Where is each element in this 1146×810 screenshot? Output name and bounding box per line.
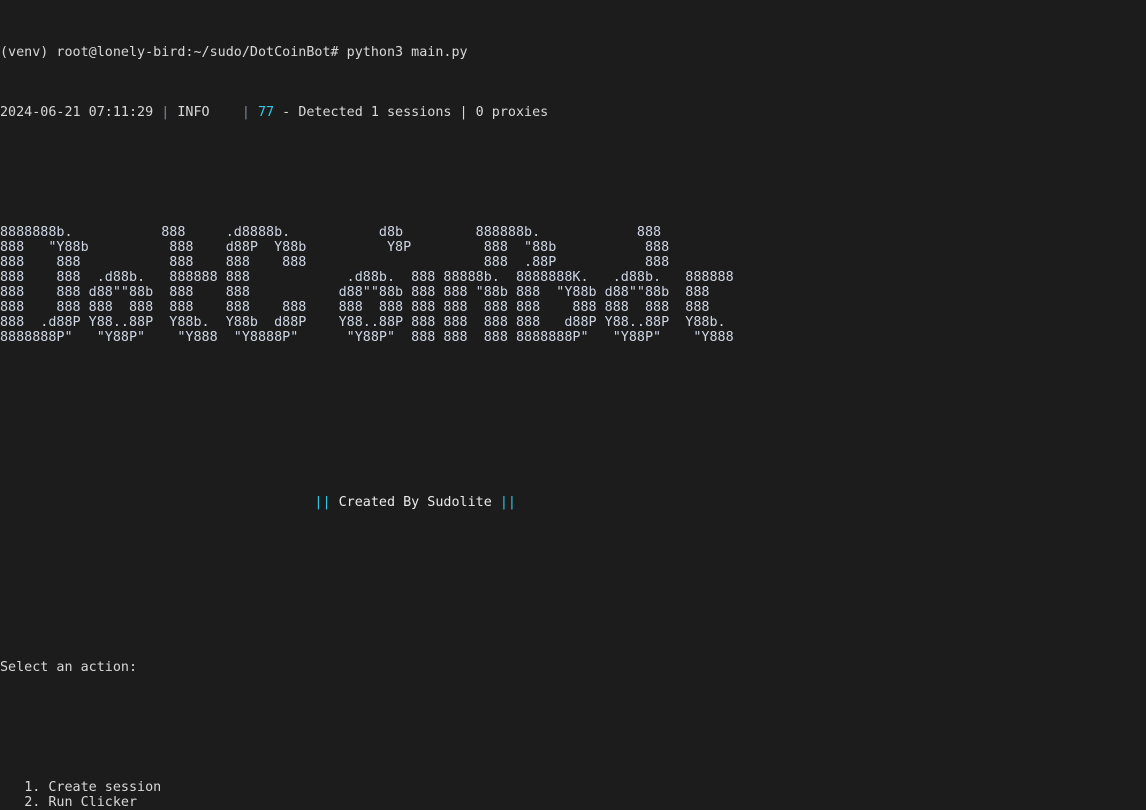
banner-line: 888 888 d88""88b 888 888 d88""88b 888 88… (0, 285, 710, 300)
menu-option-label: Create session (48, 780, 162, 795)
log-level: INFO (177, 105, 242, 120)
log-dash: - (274, 105, 299, 120)
shell-prompt-text: (venv) root@lonely-bird:~/sudo/DotCoinBo… (0, 45, 468, 60)
menu-option-indent (0, 795, 24, 810)
terminal-window[interactable]: (venv) root@lonely-bird:~/sudo/DotCoinBo… (0, 0, 1146, 810)
banner-line: 888 888 888 888 888 888 888 888 888 888 … (0, 300, 710, 315)
banner-line: 888 888 .d88b. 888888 888 .d88b. 888 888… (0, 270, 734, 285)
ascii-banner: 8888888b. 888 .d8888b. d8b 888888b. 888 8… (0, 225, 1146, 345)
banner-line: 8888888b. 888 .d8888b. d8b 888888b. 888 (0, 225, 662, 240)
credit-bar-right: || (499, 495, 516, 510)
banner-line: 888 888 888 888 888 888 .88P 888 (0, 255, 670, 270)
menu-option-2[interactable]: 2. Run Clicker (0, 795, 1146, 810)
menu-option-indent (0, 780, 24, 795)
menu-option-label: Run Clicker (48, 795, 138, 810)
credit-indent (0, 495, 314, 510)
log-timestamp: 2024-06-21 07:11:29 (0, 105, 162, 120)
log-message: Detected 1 sessions | 0 proxies (298, 105, 549, 120)
menu-option-1[interactable]: 1. Create session (0, 780, 1146, 795)
startup-log-line: 2024-06-21 07:11:29 | INFO | 77 - Detect… (0, 105, 1146, 120)
log-separator: | (161, 105, 178, 120)
menu-heading: Select an action: (0, 660, 1146, 675)
menu-option-number: 2. (24, 795, 49, 810)
credit-line: || Created By Sudolite || (0, 495, 1146, 510)
menu-option-list: 1. Create session 2. Run Clicker (0, 780, 1146, 810)
banner-line: 888 "Y88b 888 d88P Y88b Y8P 888 "88b 888 (0, 240, 670, 255)
credit-bar-left: || (314, 495, 331, 510)
credit-text: Created By Sudolite (330, 495, 500, 510)
banner-line: 8888888P" "Y88P" "Y888 "Y8888P" "Y88P" 8… (0, 330, 734, 345)
log-line-number: 77 (258, 105, 275, 120)
log-separator: | (241, 105, 258, 120)
shell-prompt-line: (venv) root@lonely-bird:~/sudo/DotCoinBo… (0, 45, 1146, 60)
menu-option-number: 1. (24, 780, 49, 795)
menu-heading-text: Select an action: (0, 660, 138, 675)
banner-line: 888 .d88P Y88..88P Y88b. Y88b d88P Y88..… (0, 315, 726, 330)
